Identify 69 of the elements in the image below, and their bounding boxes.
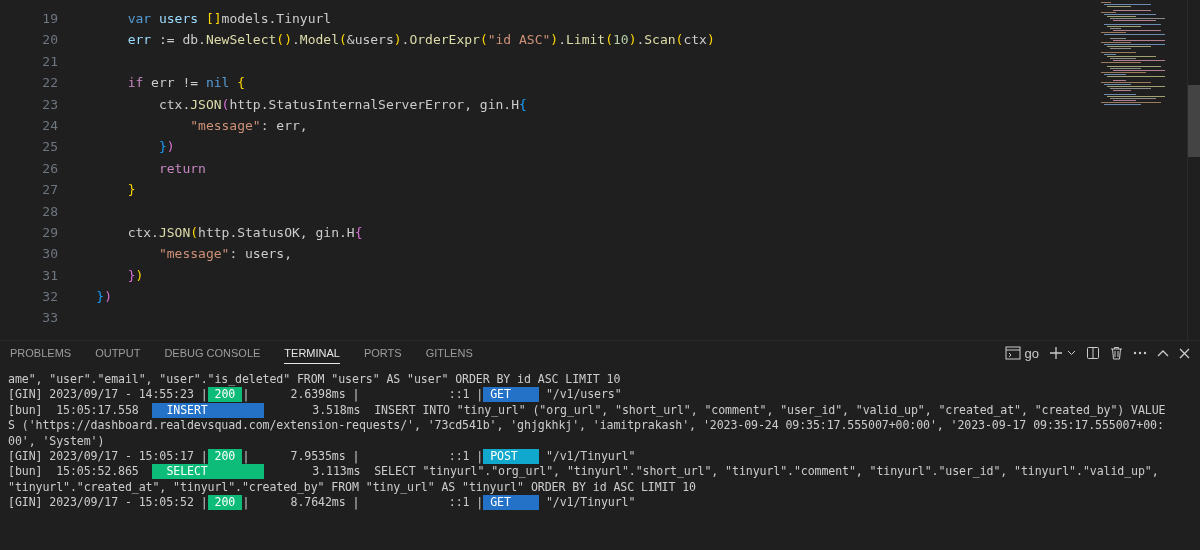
close-icon[interactable] — [1179, 347, 1190, 359]
line-number: 28 — [41, 202, 58, 221]
line-number: 19 — [41, 10, 58, 28]
code-line: "message": err, — [190, 116, 308, 135]
chevron-up-icon[interactable] — [1157, 349, 1169, 357]
status-code-badge: 200 — [207, 495, 243, 511]
http-method-badge: GET — [483, 495, 540, 511]
http-method-badge: POST — [483, 448, 540, 464]
code-line: err := db.NewSelect().Model(&users).OrderExpr("id ASC").Limit(10).Scan(ctx) — [127, 31, 715, 50]
line-number: 21 — [41, 52, 58, 71]
code-line: ctx.JSON(http.StatusOK, gin.H{ — [127, 223, 363, 242]
terminal-name: go — [1024, 345, 1039, 361]
terminal-text: [bun] 15:05:17.558 — [8, 402, 140, 417]
more-icon[interactable] — [1133, 351, 1147, 355]
terminal-text: "/v1/users" — [544, 387, 622, 402]
line-number: 25 — [41, 138, 58, 157]
scrollbar-thumb[interactable] — [1188, 85, 1200, 157]
query-type-badge: SELECT — [152, 464, 265, 480]
chevron-down-icon[interactable] — [1067, 350, 1076, 356]
code-line: }) — [158, 138, 175, 157]
terminal-text: ame", "user"."email", "user"."is_deleted" FROM "users" AS "user" ORDER BY id ASC LIMIT 10 — [8, 372, 621, 386]
code-line: }) — [96, 288, 112, 307]
terminal-text: 3.518ms INSERT INTO "tiny_url" ("org_url", "short_url", "comment", "user_id", "valid_up", "created_at", "created_by") VALUE — [311, 402, 1166, 417]
panel-tab[interactable]: TERMINAL — [284, 342, 340, 364]
code-line: }) — [127, 266, 144, 285]
status-code-badge: 200 — [207, 448, 243, 464]
panel-tab[interactable]: OUTPUT — [95, 342, 141, 364]
code-line: ctx.JSON(http.StatusInternalServerError, gin.H{ — [158, 95, 527, 114]
line-number: 31 — [41, 266, 58, 285]
line-number: 26 — [41, 159, 58, 178]
panel-tab[interactable]: DEBUG CONSOLE — [164, 342, 261, 364]
code-line: var users []models.Tinyurl — [127, 10, 332, 28]
terminal-text: "tinyurl"."created_at", "tinyurl"."created_by" FROM "tiny_url" AS "tinyurl" ORDER BY id ASC LIMIT 10 — [8, 479, 696, 494]
terminal-text: [bun] 15:05:52.865 — [8, 464, 140, 479]
terminal-text: S ('https://dashboard.realdevsquad.com/extension-requests/', '73cd541b', 'ghjgkhkj', 'iamitprakash', '2023-09-24 09:35:17.555007+00:00', '2023-09-17 09:35:17.555007+00: — [8, 418, 1164, 433]
terminal-text: 3.113ms SELECT "tinyurl"."org_url", "tinyurl"."short_url", "tinyurl"."comment", "tinyurl"."user_id", "tinyurl"."valid_up", — [311, 464, 1159, 479]
terminal-text: "/v1/Tinyurl" — [544, 448, 636, 463]
terminal-text: [GIN] 2023/09/17 - 15:05:52 | — [8, 495, 208, 510]
terminal-selector[interactable]: go — [1004, 345, 1039, 361]
plus-icon[interactable] — [1049, 346, 1063, 360]
line-number: 30 — [41, 245, 58, 264]
trash-icon[interactable] — [1110, 346, 1123, 360]
terminal-text: | 2.6398ms | ::1 | — [242, 387, 484, 402]
code-line: "message": users, — [158, 245, 292, 264]
terminal-text: 00', 'System') — [8, 433, 105, 448]
line-number: 20 — [41, 31, 58, 50]
code-line: } — [127, 181, 136, 200]
line-number: 27 — [41, 181, 58, 200]
line-number: 33 — [41, 309, 58, 328]
query-type-badge: INSERT — [152, 402, 265, 418]
terminal-icon — [1004, 346, 1021, 360]
split-icon[interactable] — [1086, 346, 1100, 360]
line-number: 23 — [41, 95, 58, 114]
terminal-text: "/v1/Tinyurl" — [544, 495, 636, 510]
panel-tab[interactable]: PROBLEMS — [10, 342, 72, 364]
panel-tab[interactable]: GITLENS — [425, 342, 473, 364]
line-number: 22 — [41, 74, 58, 93]
line-number: 29 — [41, 223, 58, 242]
panel-tab[interactable]: PORTS — [363, 342, 402, 364]
terminal-text: [GIN] 2023/09/17 - 14:55:23 | — [8, 387, 208, 402]
status-code-badge: 200 — [207, 387, 243, 403]
terminal-text: | 8.7642ms | ::1 | — [242, 495, 484, 510]
http-method-badge: GET — [483, 387, 540, 403]
code-line: return — [158, 159, 206, 178]
terminal-text: | 7.9535ms | ::1 | — [242, 448, 484, 463]
code-line: if err != nil { — [127, 74, 246, 93]
terminal-text: [GIN] 2023/09/17 - 15:05:17 | — [8, 448, 208, 463]
line-number: 24 — [41, 116, 58, 135]
line-number: 32 — [41, 288, 58, 307]
